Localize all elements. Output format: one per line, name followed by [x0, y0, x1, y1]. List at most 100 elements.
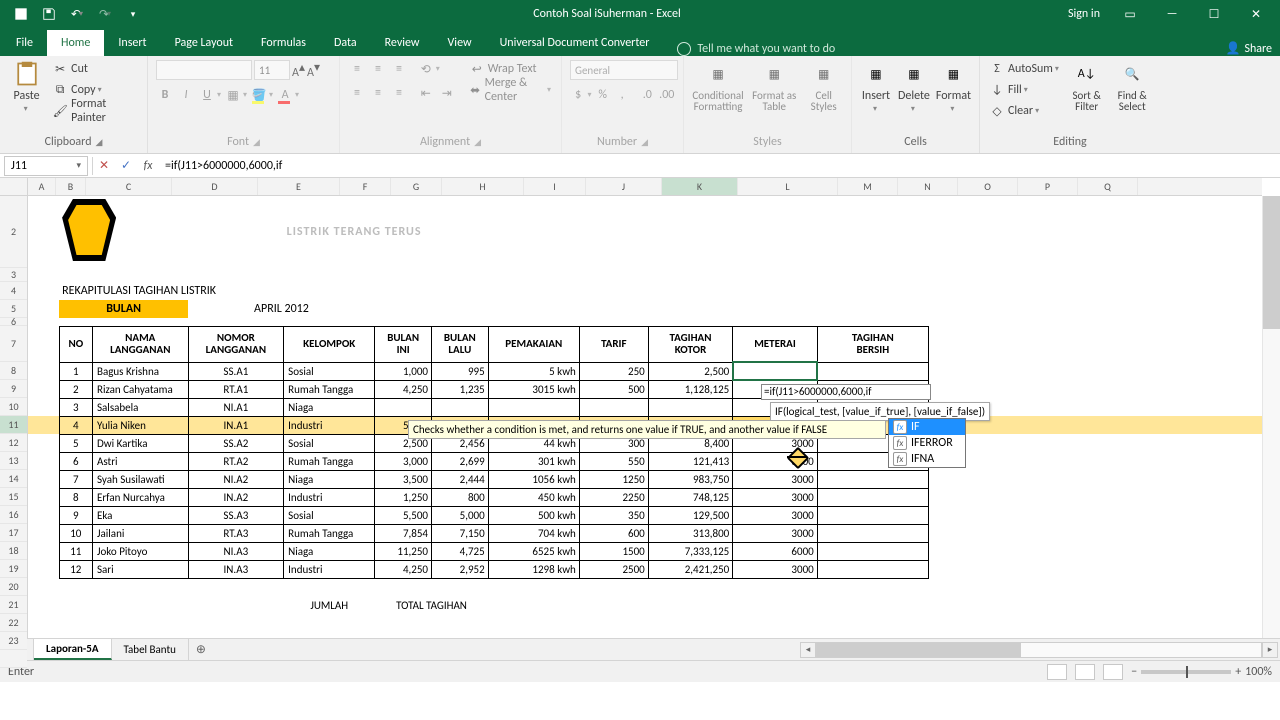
row-header-3[interactable]: 3	[0, 268, 27, 282]
tab-home[interactable]: Home	[47, 30, 104, 56]
table-row[interactable]: 1Bagus KrishnaSS.A1Sosial1,0009955 kwh25…	[28, 362, 1262, 380]
undo-button[interactable]: ↶▾	[64, 3, 90, 25]
align-left[interactable]: ≡	[348, 84, 366, 102]
table-row[interactable]: 6AstriRT.A2Rumah Tangga3,0002,699301 kwh…	[28, 452, 1262, 470]
row-header-13[interactable]: 13	[0, 452, 27, 470]
row-header-14[interactable]: 14	[0, 470, 27, 488]
border-button[interactable]: ▦	[224, 86, 242, 104]
table-row[interactable]: 9EkaSS.A3Sosial5,5005,000500 kwh350129,5…	[28, 506, 1262, 524]
align-center[interactable]: ≡	[369, 84, 387, 102]
horizontal-scrollbar[interactable]	[816, 642, 1262, 658]
col-header-N[interactable]: N	[898, 178, 958, 195]
col-header-M[interactable]: M	[838, 178, 898, 195]
find-select[interactable]: 🔍Find & Select	[1112, 60, 1152, 112]
row-header-12[interactable]: 12	[0, 434, 27, 452]
row-header-6[interactable]: 6	[0, 318, 27, 326]
accounting-button[interactable]: $	[570, 86, 586, 104]
align-mid[interactable]: ≡	[369, 60, 387, 78]
row-header-16[interactable]: 16	[0, 506, 27, 524]
zoom-value[interactable]: 100%	[1245, 665, 1272, 679]
clipboard-launcher[interactable]: ◢	[96, 137, 103, 148]
col-header-E[interactable]: E	[258, 178, 340, 195]
sheet-tab-tabel-bantu[interactable]: Tabel Bantu	[112, 639, 189, 660]
fill-button[interactable]: ↓Fill▾	[988, 81, 1061, 99]
sugg-iferror[interactable]: fxIFERROR	[889, 435, 965, 451]
qat-customize[interactable]: ▾	[120, 3, 146, 25]
col-header-F[interactable]: F	[340, 178, 391, 195]
editing-cell[interactable]: =if(J11>6000000,6000,if	[761, 384, 931, 400]
share-button[interactable]: 👤Share	[1225, 41, 1272, 56]
col-header-O[interactable]: O	[958, 178, 1018, 195]
sheet-tab-laporan[interactable]: Laporan-5A	[34, 639, 112, 660]
dec-indent[interactable]: ⇤	[417, 84, 435, 102]
number-launcher[interactable]: ◢	[641, 137, 648, 148]
view-page-layout[interactable]	[1075, 664, 1095, 680]
italic-button[interactable]: I	[177, 86, 195, 104]
sign-in-link[interactable]: Sign in	[1068, 7, 1100, 21]
row-header-4[interactable]: 4	[0, 282, 27, 300]
alignment-launcher[interactable]: ◢	[474, 137, 481, 148]
redo-button[interactable]: ↷▾	[92, 3, 118, 25]
tab-view[interactable]: View	[434, 30, 486, 56]
tell-me[interactable]: Tell me what you want to do	[663, 42, 1225, 56]
cell-styles[interactable]: ▦Cell Styles	[804, 60, 843, 112]
col-header-J[interactable]: J	[586, 178, 662, 195]
save-button[interactable]	[36, 3, 62, 25]
col-header-C[interactable]: C	[86, 178, 172, 195]
fill-color-button[interactable]: 🪣	[250, 86, 268, 104]
row-header-7[interactable]: 7	[0, 326, 27, 362]
table-row[interactable]: 3SalsabelaNI.A1Niaga	[28, 398, 1262, 416]
vertical-scrollbar[interactable]	[1262, 196, 1280, 638]
tab-review[interactable]: Review	[371, 30, 434, 56]
percent-button[interactable]: %	[594, 86, 610, 104]
new-sheet-button[interactable]: ⊕	[189, 639, 213, 660]
maximize-button[interactable]: ☐	[1194, 3, 1234, 25]
minimize-button[interactable]: —	[1152, 3, 1192, 25]
number-format-select[interactable]	[570, 60, 678, 80]
tab-formulas[interactable]: Formulas	[247, 30, 320, 56]
insert-cells[interactable]: ▦Insert▾	[860, 60, 892, 115]
orientation[interactable]: ⟲	[417, 60, 435, 78]
col-header-Q[interactable]: Q	[1078, 178, 1138, 195]
clear-button[interactable]: ◇Clear▾	[988, 102, 1061, 120]
align-top[interactable]: ≡	[348, 60, 366, 78]
tab-page-layout[interactable]: Page Layout	[161, 30, 247, 56]
autosum-button[interactable]: ΣAutoSum▾	[988, 60, 1061, 78]
table-row[interactable]: 2Rizan CahyatamaRT.A1Rumah Tangga4,2501,…	[28, 380, 1262, 398]
zoom-out[interactable]: −	[1131, 665, 1137, 679]
bold-button[interactable]: B	[156, 86, 174, 104]
row-header-20[interactable]: 20	[0, 578, 27, 596]
ribbon-display-options[interactable]: ▭	[1110, 3, 1150, 25]
col-header-P[interactable]: P	[1018, 178, 1078, 195]
paste-button[interactable]: Paste▾	[8, 60, 45, 115]
col-header-A[interactable]: A	[28, 178, 56, 195]
row-header-19[interactable]: 19	[0, 560, 27, 578]
format-cells[interactable]: ▦Format▾	[936, 60, 971, 115]
hscroll-right[interactable]: ▸	[1262, 642, 1278, 658]
align-right[interactable]: ≡	[390, 84, 408, 102]
col-header-I[interactable]: I	[524, 178, 586, 195]
row-header-11[interactable]: 11	[0, 416, 27, 434]
col-header-D[interactable]: D	[172, 178, 258, 195]
format-as-table[interactable]: ▦Format as Table	[750, 60, 798, 112]
table-row[interactable]: 12SariIN.A3Industri4,2502,9521298 kwh250…	[28, 560, 1262, 578]
row-header-10[interactable]: 10	[0, 398, 27, 416]
row-header-15[interactable]: 15	[0, 488, 27, 506]
row-header-17[interactable]: 17	[0, 524, 27, 542]
font-size-input[interactable]	[254, 60, 290, 80]
merge-center-button[interactable]: ⬌Merge & Center▾	[468, 81, 553, 99]
enter-formula[interactable]: ✓	[115, 155, 137, 177]
decrease-font[interactable]: A▾	[307, 60, 320, 80]
increase-font[interactable]: A▴	[292, 60, 305, 80]
insert-function[interactable]: fx	[137, 155, 159, 177]
format-painter-button[interactable]: 🖌Format Painter	[51, 102, 139, 120]
row-header-2[interactable]: 2	[0, 196, 27, 268]
col-header-L[interactable]: L	[738, 178, 838, 195]
name-box[interactable]: J11▾	[4, 156, 88, 176]
col-header-B[interactable]: B	[56, 178, 86, 195]
table-row[interactable]: 8Erfan NurcahyaIN.A2Industri1,250800450 …	[28, 488, 1262, 506]
align-bot[interactable]: ≡	[390, 60, 408, 78]
font-name-input[interactable]	[156, 60, 252, 80]
table-row[interactable]: 7Syah SusilawatiNI.A2Niaga3,5002,4441056…	[28, 470, 1262, 488]
hscroll-left[interactable]: ◂	[800, 642, 816, 658]
